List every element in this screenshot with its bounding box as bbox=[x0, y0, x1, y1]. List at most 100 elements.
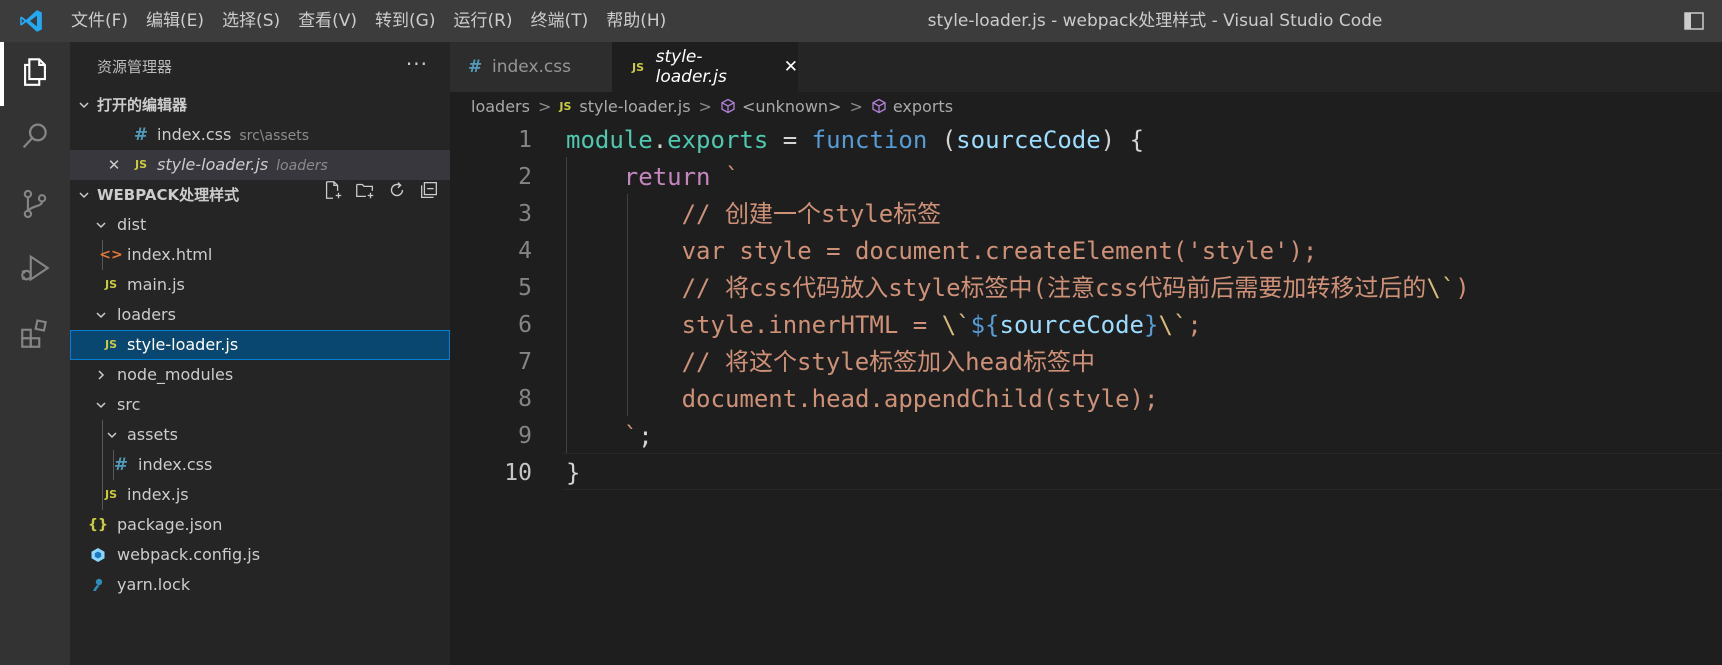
open-editor-item[interactable]: # index.css src\assets bbox=[70, 120, 450, 150]
code-token: ; bbox=[638, 422, 653, 450]
code-token: document.head.appendChild(style); bbox=[566, 385, 1159, 413]
breadcrumb-separator: > bbox=[537, 96, 552, 116]
line-number: 1 bbox=[518, 127, 532, 153]
tree-item-label: main.js bbox=[127, 275, 185, 294]
json-file-icon: {} bbox=[88, 517, 108, 533]
code-line: module.exports = function (sourceCode) { bbox=[566, 122, 1144, 159]
explorer-title: 资源管理器 bbox=[97, 57, 173, 76]
code-token: sourceCode bbox=[956, 126, 1101, 154]
tree-folder[interactable]: assets bbox=[70, 420, 450, 450]
tree-file[interactable]: {} package.json bbox=[70, 510, 450, 540]
tree-file[interactable]: webpack.config.js bbox=[70, 540, 450, 570]
toggle-sidebar-layout-icon[interactable] bbox=[1684, 12, 1704, 30]
line-number: 10 bbox=[504, 460, 532, 486]
menu-selection[interactable]: 选择(S) bbox=[213, 0, 289, 42]
tree-file-selected[interactable]: JS style-loader.js bbox=[70, 330, 450, 360]
line-number: 5 bbox=[518, 275, 532, 301]
code-token: } bbox=[566, 459, 581, 487]
tree-file[interactable]: JS index.js bbox=[70, 480, 450, 510]
breadcrumb-separator: > bbox=[698, 96, 712, 116]
tree-folder[interactable]: loaders bbox=[70, 300, 450, 330]
menu-file[interactable]: 文件(F) bbox=[62, 0, 137, 42]
menu-go[interactable]: 转到(G) bbox=[366, 0, 444, 42]
refresh-icon[interactable] bbox=[386, 179, 408, 211]
code-token: var style = document.createElement('styl… bbox=[566, 237, 1318, 265]
project-label: WEBPACK处理样式 bbox=[97, 186, 240, 204]
tab-index-css[interactable]: # index.css bbox=[450, 42, 612, 92]
menu-help[interactable]: 帮助(H) bbox=[597, 0, 675, 42]
symbol-method-icon bbox=[720, 98, 736, 114]
files-icon bbox=[18, 55, 52, 93]
breadcrumb-symbol[interactable]: <unknown> bbox=[742, 97, 842, 116]
menu-edit[interactable]: 编辑(E) bbox=[137, 0, 213, 42]
code-editor[interactable]: 1 2 3 4 5 6 7 8 9 10 module.exports = function (s… bbox=[450, 120, 1722, 665]
line-number: 2 bbox=[518, 164, 532, 190]
tree-item-label: loaders bbox=[117, 305, 176, 324]
code-token: style.innerHTML = bbox=[566, 311, 942, 339]
project-section[interactable]: WEBPACK处理样式 bbox=[70, 180, 450, 210]
code-token: ; bbox=[1187, 311, 1202, 339]
code-token: \` bbox=[1158, 311, 1188, 339]
tab-style-loader-js[interactable]: JS style-loader.js ✕ bbox=[612, 42, 798, 92]
close-icon[interactable]: ✕ bbox=[784, 57, 798, 77]
collapse-all-icon[interactable] bbox=[418, 179, 440, 211]
search-button[interactable] bbox=[0, 106, 70, 170]
tree-file[interactable]: JS main.js bbox=[70, 270, 450, 300]
open-editors-section[interactable]: 打开的编辑器 bbox=[70, 90, 450, 120]
explorer-button[interactable] bbox=[0, 42, 70, 106]
source-control-icon bbox=[18, 187, 52, 225]
tree-file[interactable]: <> index.html bbox=[70, 240, 450, 270]
tree-folder[interactable]: src bbox=[70, 390, 450, 420]
menu-run[interactable]: 运行(R) bbox=[444, 0, 521, 42]
tree-file[interactable]: yarn.lock bbox=[70, 570, 450, 600]
breadcrumb-folder[interactable]: loaders bbox=[471, 97, 530, 116]
breadcrumb-separator: > bbox=[849, 96, 863, 116]
code-token: exports bbox=[667, 126, 769, 154]
breadcrumb-file[interactable]: style-loader.js bbox=[579, 97, 690, 116]
code-token: ( bbox=[927, 126, 957, 154]
tree-item-label: index.js bbox=[127, 485, 189, 504]
menu-terminal[interactable]: 终端(T) bbox=[522, 0, 598, 42]
code-token: = bbox=[768, 126, 812, 154]
editor-tab-bar: # index.css JS style-loader.js ✕ bbox=[450, 42, 1722, 92]
more-actions-button[interactable]: ··· bbox=[406, 52, 428, 76]
tree-folder[interactable]: dist bbox=[70, 210, 450, 240]
code-line: // 将这个style标签加入head标签中 bbox=[566, 344, 1095, 381]
code-token: ${ bbox=[970, 311, 1000, 339]
tree-item-label: webpack.config.js bbox=[117, 545, 261, 564]
current-line-highlight bbox=[562, 453, 1722, 490]
code-line: // 将css代码放入style标签中(注意css代码前后需要加转移过后的\`) bbox=[566, 270, 1470, 307]
tree-folder[interactable]: node_modules bbox=[70, 360, 450, 390]
menu-view[interactable]: 查看(V) bbox=[289, 0, 366, 42]
chevron-down-icon bbox=[93, 300, 109, 330]
code-token: ) { bbox=[1100, 126, 1145, 154]
code-line: style.innerHTML = \`${sourceCode}\`; bbox=[566, 307, 1202, 344]
open-editor-name: style-loader.js bbox=[157, 155, 269, 174]
new-folder-icon[interactable] bbox=[354, 179, 376, 211]
extensions-button[interactable] bbox=[0, 304, 70, 368]
yarn-file-icon bbox=[89, 570, 107, 600]
tab-label: style-loader.js bbox=[655, 47, 727, 87]
new-file-icon[interactable] bbox=[322, 179, 344, 211]
close-icon[interactable]: ✕ bbox=[106, 150, 122, 180]
tree-item-label: yarn.lock bbox=[117, 575, 191, 594]
vscode-logo-icon bbox=[0, 0, 62, 42]
run-debug-button[interactable] bbox=[0, 238, 70, 302]
tree-item-label: index.css bbox=[138, 455, 213, 474]
code-token: // 创建一个style标签 bbox=[566, 200, 942, 228]
code-token: ` bbox=[566, 422, 639, 450]
tree-item-label: style-loader.js bbox=[127, 335, 239, 354]
tree-file[interactable]: # index.css bbox=[70, 450, 450, 480]
tree-item-label: assets bbox=[127, 425, 178, 444]
open-editor-name: index.css bbox=[157, 125, 232, 144]
extensions-icon bbox=[18, 317, 52, 355]
line-number: 6 bbox=[518, 312, 532, 338]
menu-bar: 文件(F) 编辑(E) 选择(S) 查看(V) 转到(G) 运行(R) 终端(T… bbox=[62, 0, 675, 42]
line-number: 8 bbox=[518, 386, 532, 412]
open-editor-item[interactable]: ✕ JS style-loader.js loaders bbox=[70, 150, 450, 180]
breadcrumb-symbol[interactable]: exports bbox=[893, 97, 953, 116]
code-line: return ` bbox=[566, 159, 740, 196]
source-control-button[interactable] bbox=[0, 174, 70, 238]
search-icon bbox=[18, 119, 52, 157]
